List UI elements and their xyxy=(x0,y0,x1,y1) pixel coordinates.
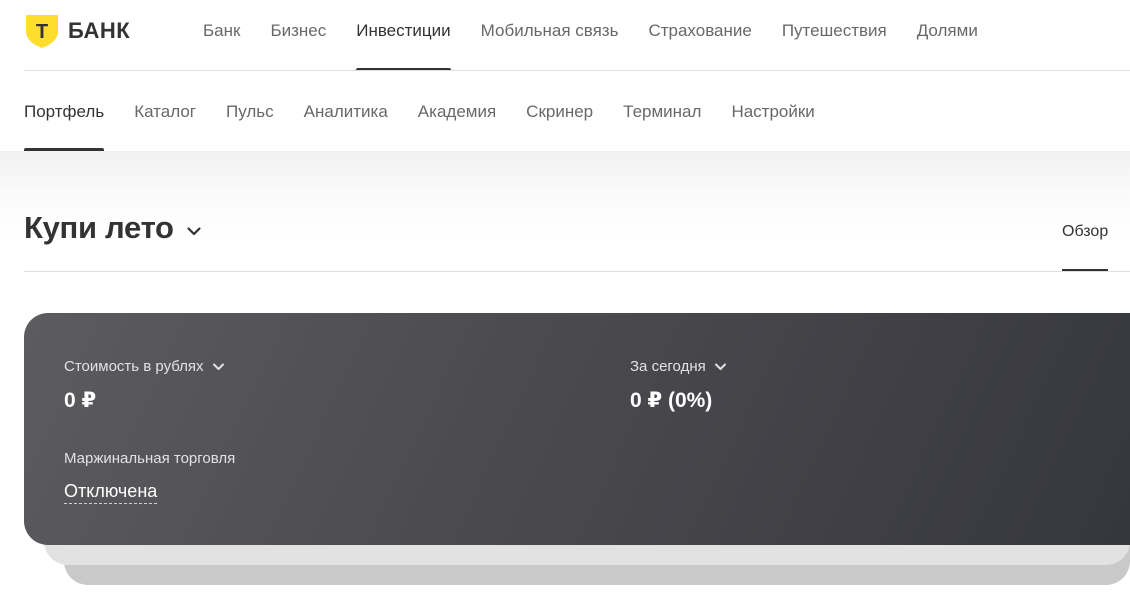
portfolio-summary-card: Стоимость в рублях 0 ₽ За сегодня 0 ₽ (0… xyxy=(24,313,1130,545)
logo-glyph: Т xyxy=(36,21,48,43)
margin-trading-status-link[interactable]: Отключена xyxy=(64,481,158,504)
value-label: Стоимость в рублях xyxy=(64,358,204,375)
today-change-value: 0 ₽ (0%) xyxy=(630,389,713,412)
tab-overview[interactable]: Обзор xyxy=(1062,210,1109,272)
period-selector[interactable]: За сегодня xyxy=(630,358,727,375)
sub-nav-academy[interactable]: Академия xyxy=(418,71,496,151)
sub-nav-terminal[interactable]: Терминал xyxy=(623,71,701,151)
logo-text: БАНК xyxy=(68,18,131,43)
top-nav-investments[interactable]: Инвестиции xyxy=(356,0,452,71)
top-nav-mobile[interactable]: Мобильная связь xyxy=(481,0,619,71)
sub-nav-portfolio[interactable]: Портфель xyxy=(24,71,105,151)
period-label: За сегодня xyxy=(630,358,706,375)
section-divider xyxy=(24,271,1130,272)
portfolio-value: 0 ₽ xyxy=(64,389,97,412)
top-navigation: Т БАНК Банк Бизнес Инвестиции Мобильная … xyxy=(0,0,1130,71)
bank-logo-icon: Т xyxy=(26,15,58,48)
sub-nav-pulse[interactable]: Пульс xyxy=(226,71,274,151)
sub-nav-screener[interactable]: Скринер xyxy=(526,71,593,151)
bank-logo[interactable]: Т БАНК xyxy=(24,13,130,49)
top-nav-business[interactable]: Бизнес xyxy=(270,0,326,71)
value-currency-selector[interactable]: Стоимость в рублях xyxy=(64,358,225,375)
sub-nav-catalog[interactable]: Каталог xyxy=(134,71,196,151)
top-nav-travel[interactable]: Путешествия xyxy=(782,0,887,71)
sub-nav-settings[interactable]: Настройки xyxy=(731,71,814,151)
portfolio-title: Купи лето xyxy=(24,210,174,245)
sub-navigation: Портфель Каталог Пульс Аналитика Академи… xyxy=(24,71,845,151)
sub-nav-analytics[interactable]: Аналитика xyxy=(304,71,388,151)
chevron-down-icon xyxy=(187,227,201,236)
top-nav-links: Банк Бизнес Инвестиции Мобильная связь С… xyxy=(203,0,1008,71)
chevron-down-icon xyxy=(714,363,726,370)
top-nav-insurance[interactable]: Страхование xyxy=(648,0,751,71)
margin-trading-label: Маржинальная торговля xyxy=(64,450,236,467)
chevron-down-icon xyxy=(212,363,224,370)
top-nav-installments[interactable]: Долями xyxy=(917,0,978,71)
portfolio-selector[interactable]: Купи лето xyxy=(24,210,202,246)
top-nav-bank[interactable]: Банк xyxy=(203,0,240,71)
